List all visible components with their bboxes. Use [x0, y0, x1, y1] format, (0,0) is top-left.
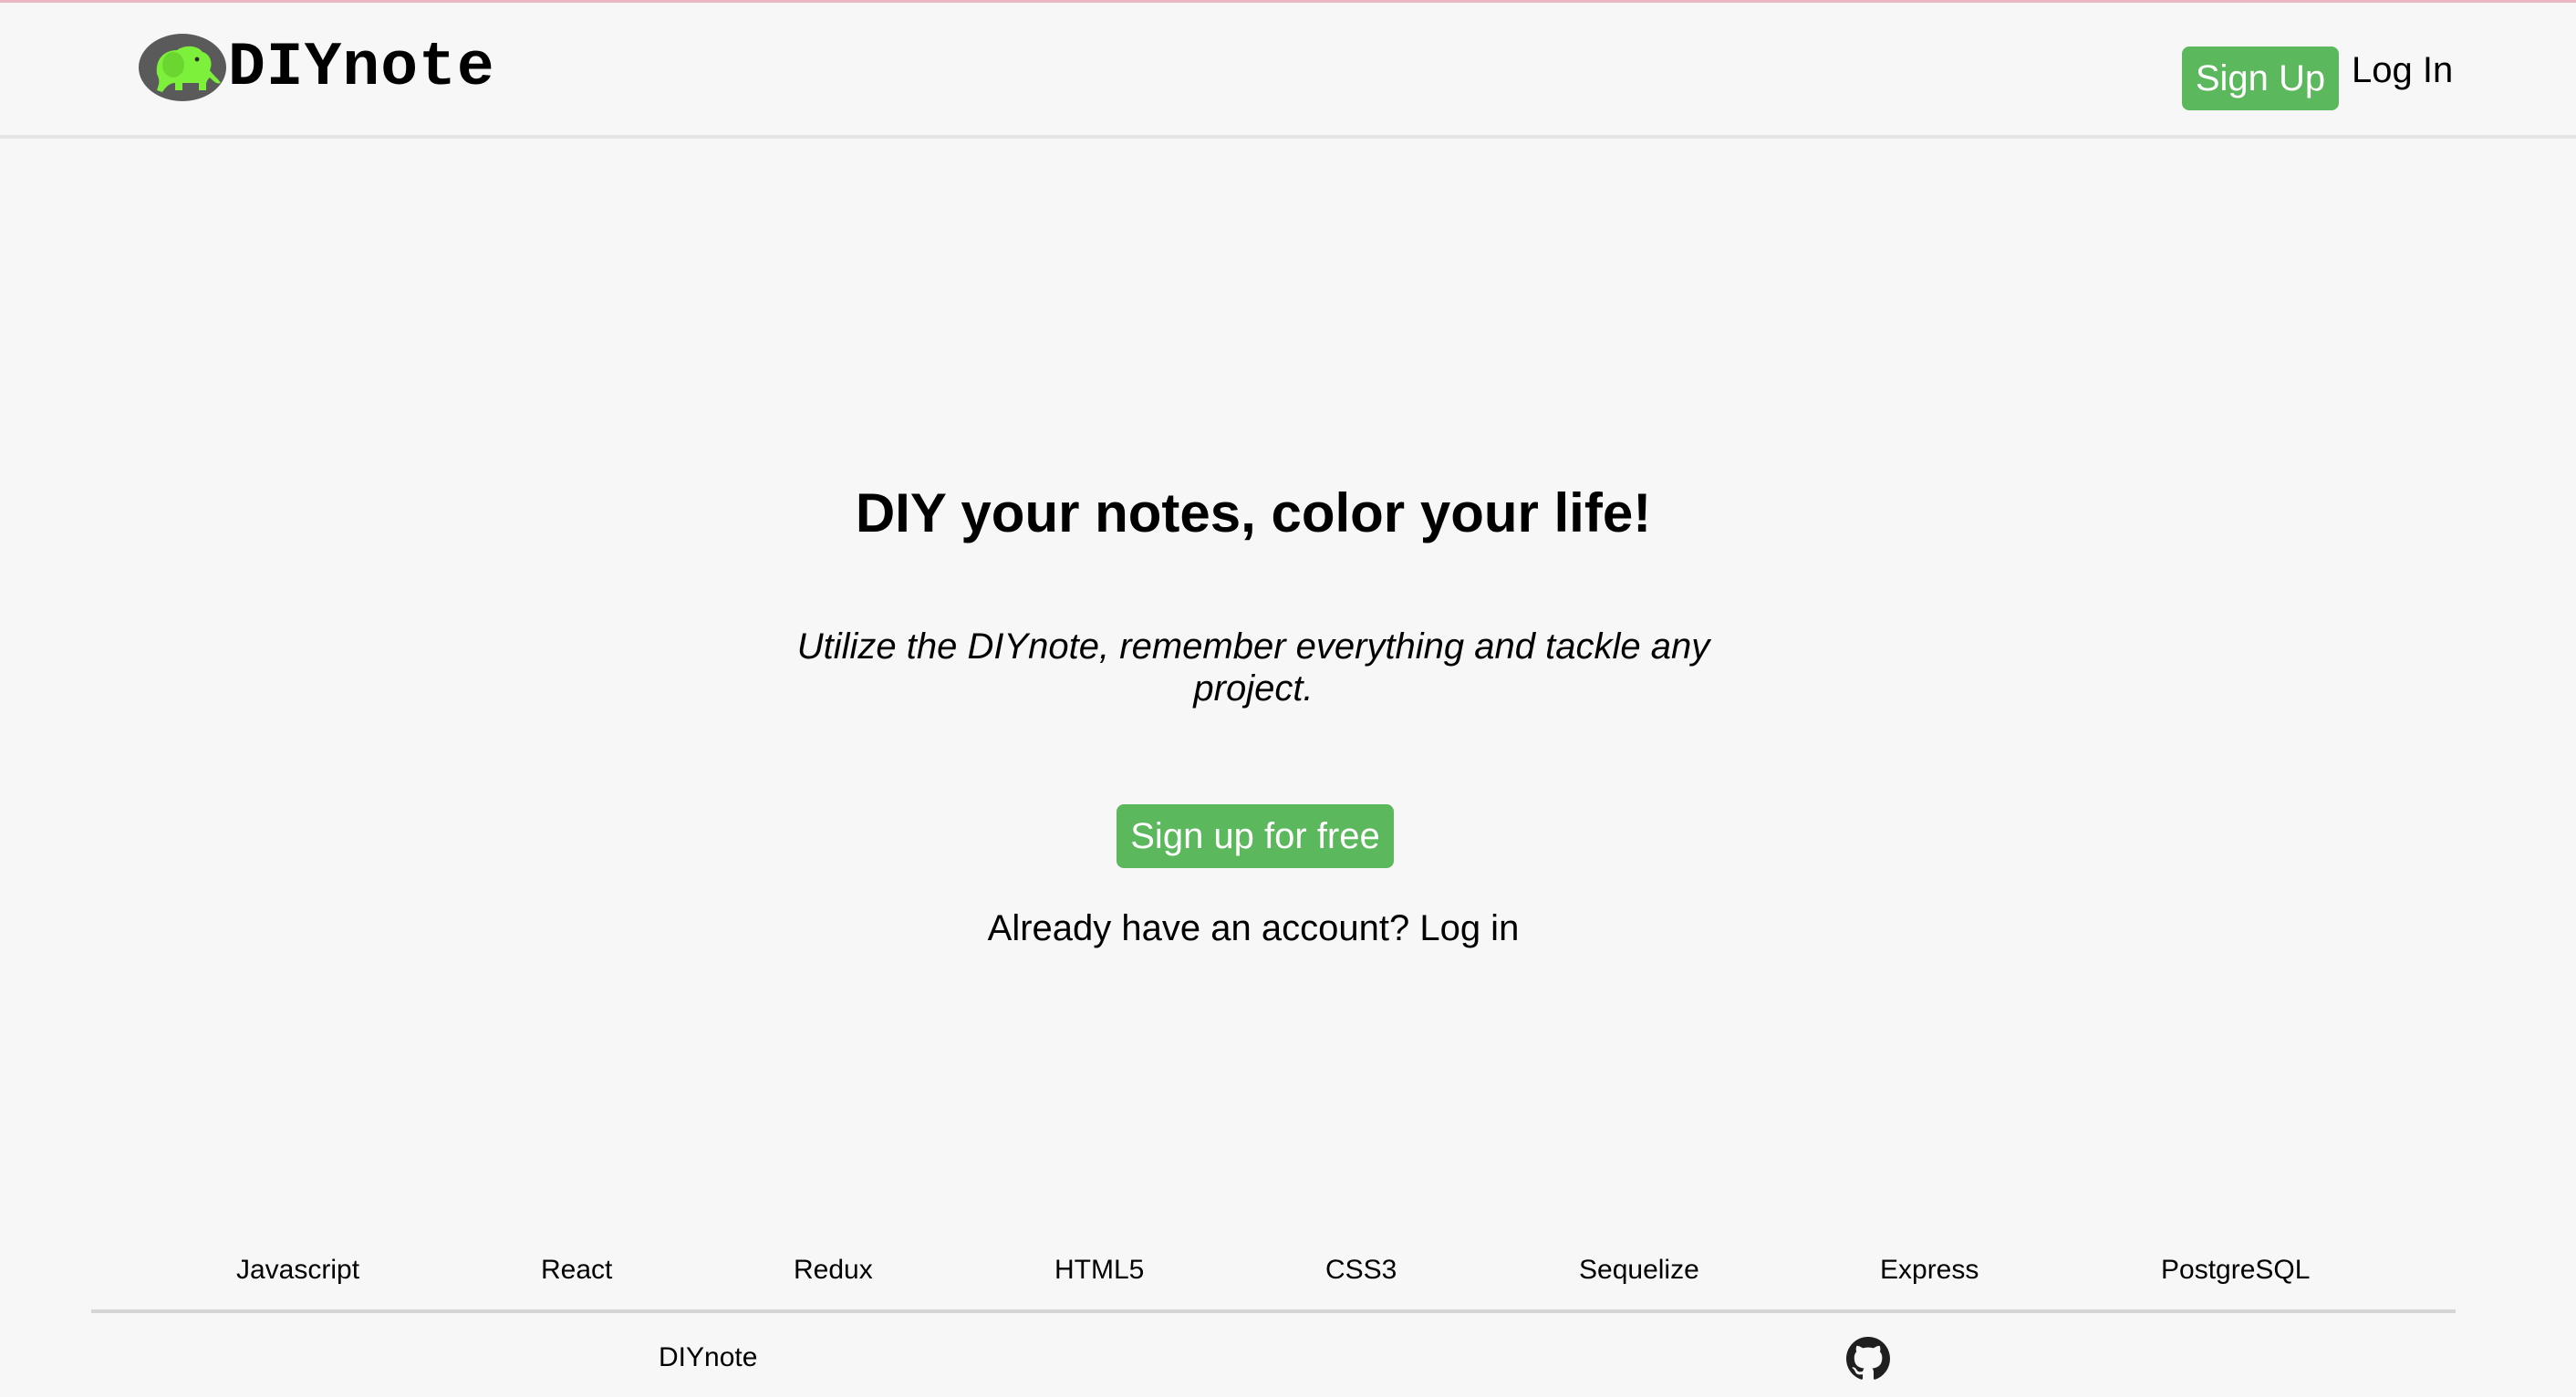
hero-subtitle: Utilize the DIYnote, remember everything…	[796, 626, 1710, 709]
github-icon[interactable]	[1846, 1337, 1890, 1381]
tech-item: Redux	[794, 1255, 873, 1285]
login-link[interactable]: Log In	[2352, 50, 2453, 91]
signup-button[interactable]: Sign Up	[2182, 47, 2339, 110]
tech-item: CSS3	[1325, 1255, 1397, 1285]
signup-free-button[interactable]: Sign up for free	[1117, 804, 1394, 868]
tech-item: PostgreSQL	[2161, 1255, 2311, 1285]
hero-title: DIY your notes, color your life!	[855, 482, 1652, 543]
footer-divider	[91, 1309, 2456, 1313]
tech-item: Javascript	[236, 1255, 360, 1285]
elephant-logo-icon	[139, 34, 226, 101]
login-prompt-link[interactable]: Already have an account? Log in	[0, 908, 2507, 949]
tech-item: HTML5	[1054, 1255, 1145, 1285]
logo-text: DIYnote	[228, 32, 495, 103]
footer-brand: DIYnote	[659, 1342, 758, 1372]
tech-list: Javascript React Redux HTML5 CSS3 Sequel…	[0, 1255, 2576, 1291]
tech-item: Express	[1880, 1255, 1979, 1285]
tech-item: React	[541, 1255, 613, 1285]
tech-item: Sequelize	[1579, 1255, 1699, 1285]
logo[interactable]: DIYnote	[137, 32, 495, 103]
site-header: DIYnote Sign Up Log In	[0, 3, 2576, 139]
